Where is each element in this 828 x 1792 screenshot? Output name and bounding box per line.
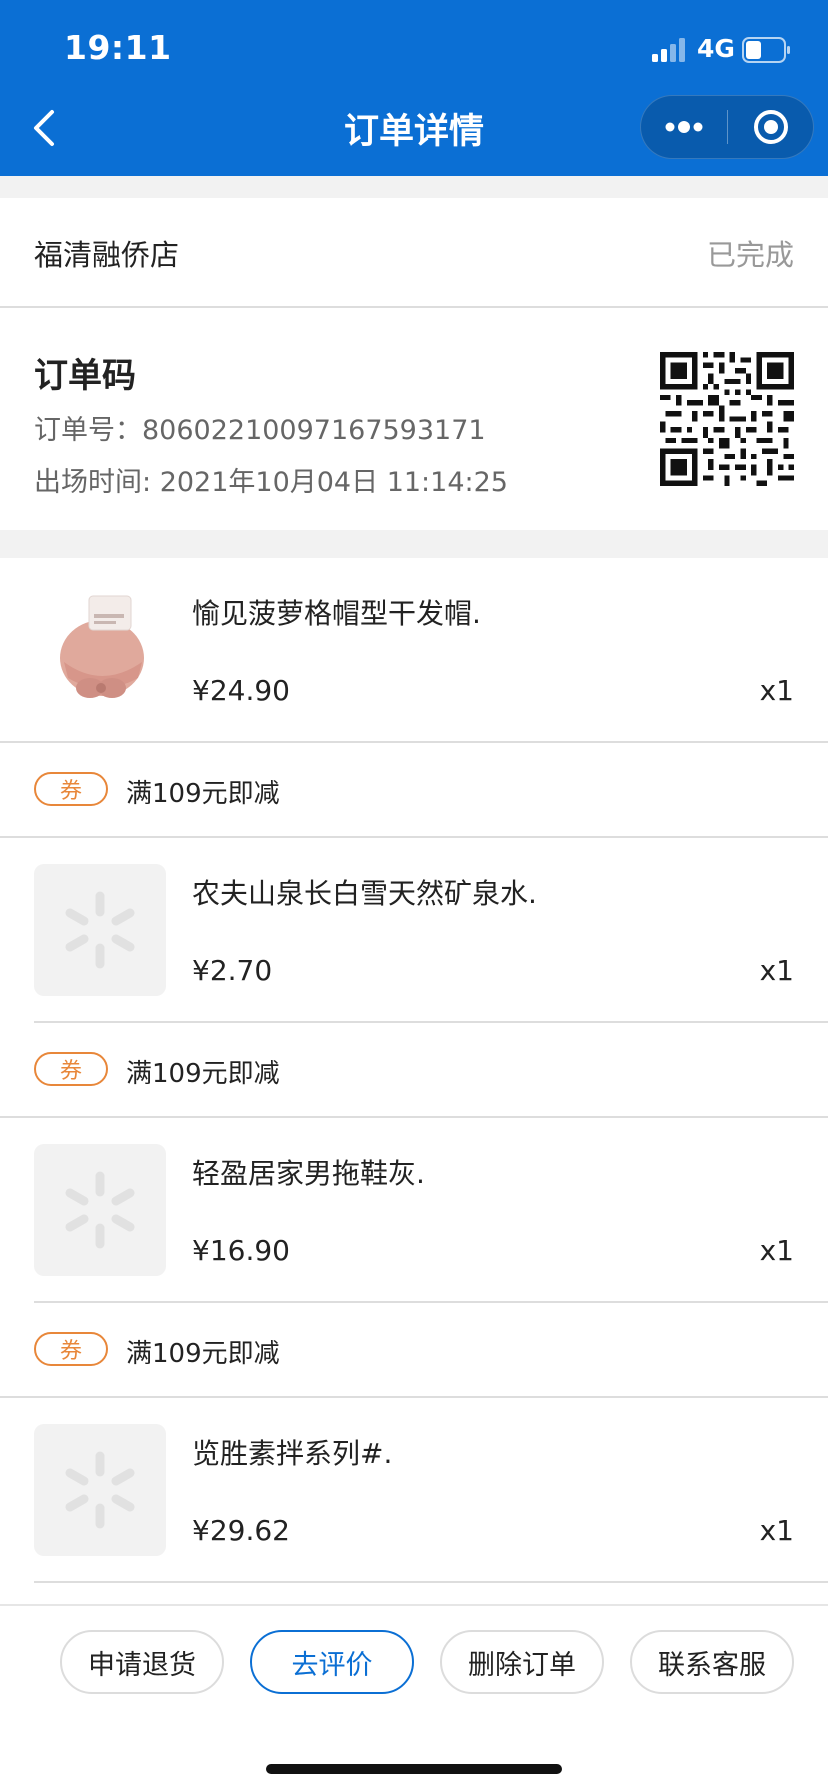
close-mini-program-button[interactable] (728, 96, 814, 158)
divider (0, 741, 828, 743)
product-price: ¥2.70 (192, 954, 273, 987)
exit-time-label: 出场时间: (34, 467, 160, 498)
product-price: ¥29.62 (192, 1514, 290, 1547)
product-quantity: x1 (759, 1514, 794, 1547)
pink-hair-cap-image (34, 590, 166, 722)
coupon-badge: 券 (34, 1332, 108, 1366)
divider (34, 1021, 828, 1023)
section-gap (0, 176, 828, 198)
more-dots-icon (665, 121, 703, 133)
app-header: 19:11 4G 订单详情 (0, 0, 828, 176)
battery-icon (742, 37, 790, 63)
divider (0, 1396, 828, 1398)
product-quantity: x1 (759, 1234, 794, 1267)
product-price: ¥16.90 (192, 1234, 290, 1267)
exit-time-value: 2021年10月04日 11:14:25 (159, 467, 508, 498)
customer-service-button[interactable]: 联系客服 (630, 1630, 794, 1694)
coupon-text: 满109元即减 (126, 1059, 280, 1089)
home-indicator (266, 1764, 562, 1774)
product-name: 农夫山泉长白雪天然矿泉水. (192, 877, 537, 910)
order-number: 80602210097167593171 (142, 415, 486, 446)
order-status: 已完成 (706, 238, 794, 272)
coupon-badge: 券 (34, 772, 108, 806)
product-quantity: x1 (759, 954, 794, 987)
review-button[interactable]: 去评价 (250, 1630, 414, 1694)
product-image[interactable] (34, 1424, 166, 1556)
order-number-label: 订单号： (34, 415, 142, 446)
order-number-row: 订单号：80602210097167593171 (34, 408, 486, 447)
product-quantity: x1 (759, 674, 794, 707)
product-image[interactable] (34, 590, 166, 722)
divider (0, 306, 828, 308)
exit-time-row: 出场时间: 2021年10月04日 11:14:25 (34, 460, 508, 499)
placeholder-spark-icon (65, 1171, 135, 1249)
coupon-text: 满109元即减 (126, 1339, 280, 1369)
product-name: 愉见菠萝格帽型干发帽. (192, 597, 481, 630)
coupon-badge: 券 (34, 1052, 108, 1086)
status-time: 19:11 (64, 28, 172, 67)
order-code-title: 订单码 (34, 356, 136, 396)
divider (34, 1581, 828, 1583)
refund-button[interactable]: 申请退货 (60, 1630, 224, 1694)
coupon-text: 满109元即减 (126, 779, 280, 809)
action-bar-border (0, 1604, 828, 1606)
product-image[interactable] (34, 864, 166, 996)
product-image[interactable] (34, 1144, 166, 1276)
divider (0, 836, 828, 838)
mini-program-capsule (640, 95, 814, 159)
more-button[interactable] (641, 96, 727, 158)
placeholder-spark-icon (65, 1451, 135, 1529)
order-qr-code[interactable] (660, 352, 794, 486)
product-name: 轻盈居家男拖鞋灰. (192, 1157, 425, 1190)
product-price: ¥24.90 (192, 674, 290, 707)
target-circle-icon (754, 110, 788, 144)
section-gap (0, 530, 828, 558)
product-name: 览胜素拌系列#. (192, 1437, 393, 1470)
signal-icon (652, 38, 685, 62)
divider (34, 1301, 828, 1303)
delete-order-button[interactable]: 删除订单 (440, 1630, 604, 1694)
network-type: 4G (697, 34, 735, 63)
placeholder-spark-icon (65, 891, 135, 969)
store-name: 福清融侨店 (34, 238, 180, 272)
divider (0, 1116, 828, 1118)
